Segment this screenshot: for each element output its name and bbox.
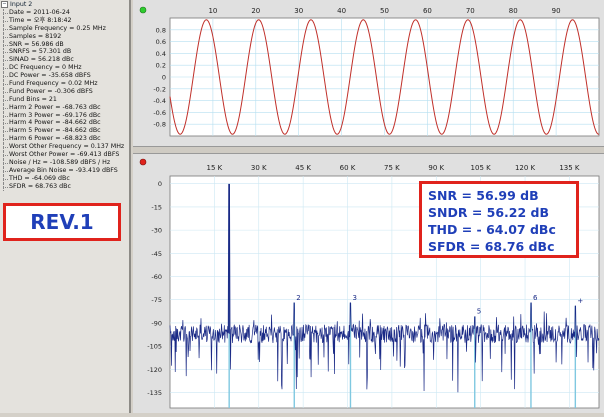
spectrum-x-tick: 45 K — [295, 164, 311, 172]
spectrum-y-tick: -15 — [151, 203, 162, 211]
waveform-y-tick: 0.4 — [156, 50, 166, 58]
tree-item[interactable]: SNRFS = 57.301 dB — [0, 48, 129, 57]
tree-item[interactable]: Harm 3 Power = -69.176 dBc — [0, 111, 129, 120]
tree-item[interactable]: Worst Other Power = -69.413 dBFS — [0, 151, 129, 159]
waveform-x-tick: 10 — [208, 7, 217, 15]
tree-item[interactable]: Harm 2 Power = -68.763 dBc — [0, 103, 129, 112]
spectrum-y-tick: 0 — [158, 180, 162, 188]
tree-root-label: Input 2 — [10, 1, 33, 8]
status-dot-green — [139, 6, 147, 14]
sfdr-stat: SFDR = 68.76 dBc — [428, 239, 555, 254]
tree-item[interactable]: SNR = 56.986 dB — [0, 40, 129, 49]
thd-stat: THD = - 64.07 dBc — [428, 222, 556, 237]
tree-item[interactable]: Harm 6 Power = -68.823 dBc — [0, 135, 129, 144]
tree-root-input-2[interactable]: − Input 2 — [0, 1, 129, 9]
tree-item[interactable]: Time = 오후 8:18:42 — [0, 16, 129, 25]
harmonic-label: 2 — [296, 294, 300, 302]
sndr-stat: SNDR = 56.22 dB — [428, 205, 550, 220]
tree-item[interactable]: SFDR = 68.763 dBc — [0, 182, 129, 191]
spectrum-y-tick: -90 — [151, 319, 162, 327]
harmonic-label: 3 — [352, 294, 356, 302]
spectrum-x-tick: 60 K — [340, 164, 356, 172]
waveform-y-tick: -0.6 — [153, 109, 166, 117]
revision-label: REV.1 — [3, 203, 121, 241]
panel-splitter[interactable] — [133, 146, 604, 154]
tree-item[interactable]: Fund Power = -0.306 dBFS — [0, 87, 129, 96]
waveform-y-tick: -0.2 — [153, 85, 166, 93]
tree-item[interactable]: Fund Frequency = 0.02 MHz — [0, 80, 129, 88]
waveform-x-tick: 30 — [294, 7, 303, 15]
harmonic-label: + — [577, 297, 583, 305]
tree-item[interactable]: Date = 2011-06-24 — [0, 9, 129, 17]
waveform-x-tick: 90 — [552, 7, 561, 15]
waveform-panel: 10 20 30 40 50 60 70 80 90 0.8 0.6 0.4 0.2 0 -0.2 -0.4 -… — [133, 0, 604, 146]
spectrum-y-tick: -75 — [151, 296, 162, 304]
tree-item[interactable]: Sample Frequency = 0.25 MHz — [0, 24, 129, 33]
waveform-x-tick: 70 — [466, 7, 475, 15]
tree-item[interactable]: Average Bin Noise = -93.419 dBFS — [0, 166, 129, 175]
waveform-x-tick: 60 — [423, 7, 432, 15]
collapse-toggle-icon[interactable]: − — [1, 1, 8, 8]
spectrum-x-tick: 90 K — [428, 164, 444, 172]
spectrum-x-tick: 75 K — [384, 164, 400, 172]
waveform-y-tick: 0.6 — [156, 38, 166, 46]
waveform-y-tick: -0.8 — [153, 121, 166, 129]
waveform-y-tick: 0 — [162, 74, 166, 82]
waveform-y-tick: 0.2 — [156, 62, 166, 70]
harmonic-label: 5 — [477, 308, 481, 316]
tree-item[interactable]: DC Frequency = 0 MHz — [0, 64, 129, 73]
tree-item[interactable]: DC Power = -35.658 dBFS — [0, 72, 129, 81]
spectrum-x-tick: 30 K — [251, 164, 267, 172]
spectrum-panel: 15 K 30 K 45 K 60 K 75 K 90 K 105 K 120 K 135 K 0… — [133, 154, 604, 413]
tree-item[interactable]: Harm 4 Power = -84.662 dBc — [0, 119, 129, 128]
waveform-y-tick: -0.4 — [153, 97, 166, 105]
tree-item[interactable]: Samples = 8192 — [0, 32, 129, 41]
spectrum-y-tick: -105 — [147, 343, 162, 351]
spectrum-x-tick: 120 K — [515, 164, 536, 172]
waveform-x-tick: 50 — [380, 7, 389, 15]
stats-box: SNR = 56.99 dB SNDR = 56.22 dB THD = - 6… — [419, 181, 579, 258]
tree-item[interactable]: SINAD = 56.218 dBc — [0, 56, 129, 65]
spectrum-y-tick: -135 — [147, 389, 162, 397]
spectrum-y-tick: -45 — [151, 250, 162, 258]
snr-stat: SNR = 56.99 dB — [428, 188, 539, 203]
waveform-y-tick: 0.8 — [156, 26, 166, 34]
status-dot-red — [139, 158, 147, 166]
waveform-x-tick: 20 — [251, 7, 260, 15]
spectrum-y-tick: -120 — [147, 366, 162, 374]
tree-item[interactable]: THD = -64.069 dBc — [0, 174, 129, 183]
tree-item[interactable]: Worst Other Frequency = 0.137 MHz — [0, 143, 129, 152]
tree-item[interactable]: Fund Bins = 21 — [0, 95, 129, 104]
spectrum-x-tick: 15 K — [207, 164, 223, 172]
tree-item[interactable]: Noise / Hz = -108.589 dBFS / Hz — [0, 158, 129, 167]
spectrum-x-tick: 105 K — [471, 164, 492, 172]
spectrum-y-tick: -60 — [151, 273, 162, 281]
waveform-x-tick: 80 — [509, 7, 518, 15]
spectrum-x-tick: 135 K — [559, 164, 580, 172]
waveform-chart: 10 20 30 40 50 60 70 80 90 0.8 0.6 0.4 0.2 0 -0.2 -0.4 -… — [139, 6, 600, 137]
tree-item[interactable]: Harm 5 Power = -84.662 dBc — [0, 127, 129, 136]
harmonic-label: 6 — [533, 294, 538, 302]
spectrum-y-tick: -30 — [151, 227, 162, 235]
waveform-x-tick: 40 — [337, 7, 346, 15]
